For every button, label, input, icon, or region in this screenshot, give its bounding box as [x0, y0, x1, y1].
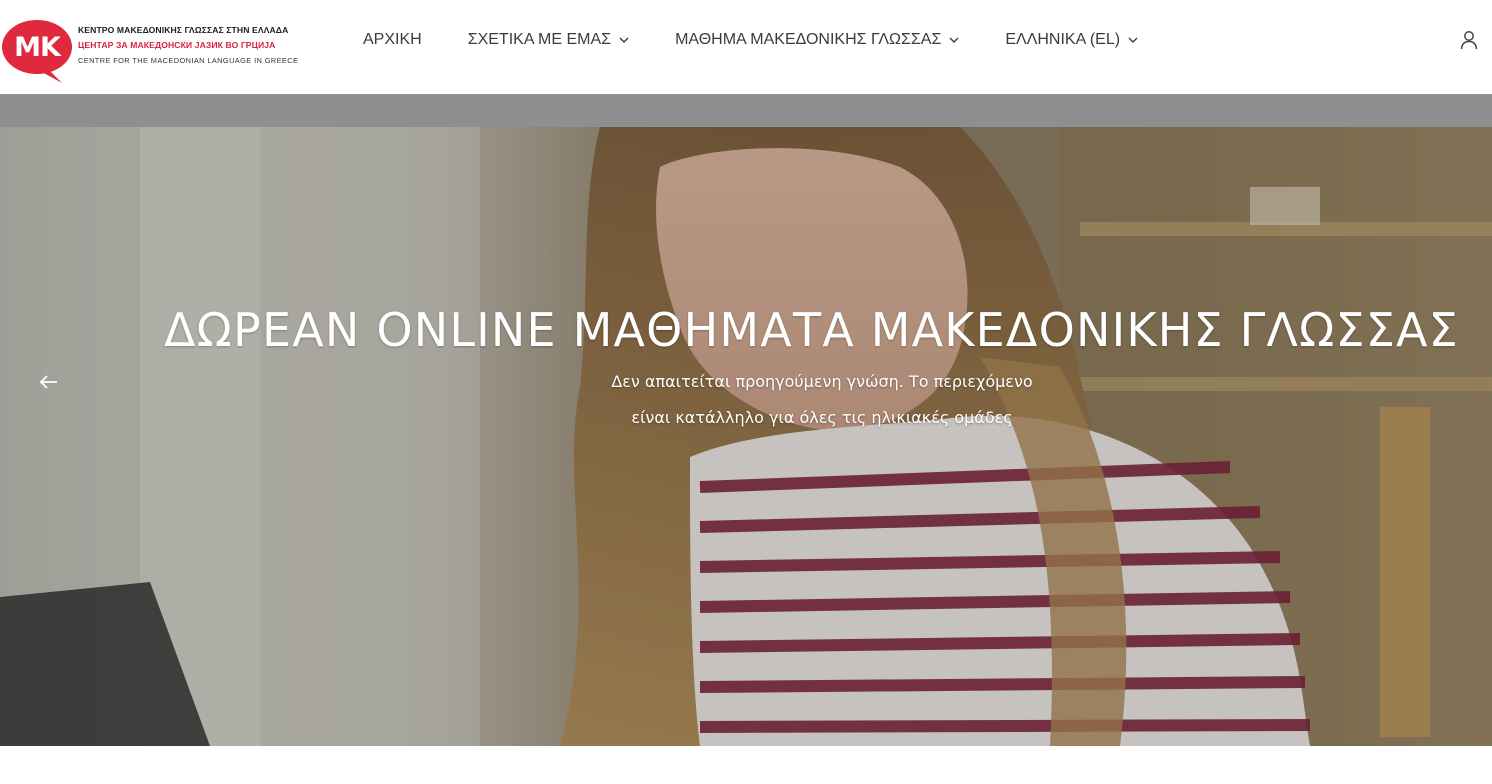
hero-slider: ΔΩΡΕΑΝ ONLINE ΜΑΘΗΜΑΤΑ ΜΑΚΕΔΟΝΙΚΗΣ ΓΛΩΣΣ… [0, 127, 1492, 746]
hero-subtitle-line2: είναι κατάλληλο για όλες τις ηλικιακές ο… [631, 408, 1013, 427]
nav-item-language[interactable]: ΕΛΛΗΝΙΚΑ (EL) [1005, 31, 1138, 49]
arrow-left-icon[interactable] [38, 373, 60, 391]
chevron-down-icon [1128, 37, 1138, 44]
nav-item-home[interactable]: ΑΡΧΙΚΗ [363, 31, 422, 49]
hero-overlay [0, 127, 1492, 746]
nav-item-course[interactable]: ΜΑΘΗΜΑ ΜΑΚΕΔΟΝΙΚΗΣ ΓΛΩΣΣΑΣ [675, 31, 959, 49]
hero-title: ΔΩΡΕΑΝ ONLINE ΜΑΘΗΜΑΤΑ ΜΑΚΕΔΟΝΙΚΗΣ ΓΛΩΣΣ… [164, 303, 1459, 357]
logo-line-macedonian: ЦЕНТАР ЗА МАКЕДОНСКИ ЈАЗИК ВО ГРЦИЈА [78, 40, 276, 50]
nav-item-label: ΑΡΧΙΚΗ [363, 31, 422, 48]
logo-line-greek: ΚΕΝΤΡΟ ΜΑΚΕΔΟΝΙΚΗΣ ΓΛΩΣΣΑΣ ΣΤΗΝ ΕΛΛΑΔΑ [78, 25, 289, 35]
hero-subtitle-line1: Δεν απαιτείται προηγούμενη γνώση. Το περ… [611, 372, 1033, 391]
site-logo[interactable]: MK ΚΕΝΤΡΟ ΜΑΚΕΔΟΝΙΚΗΣ ΓΛΩΣΣΑΣ ΣΤΗΝ ΕΛΛΑΔ… [0, 15, 310, 85]
logo-badge-text: MK [14, 32, 61, 63]
hero-top-band [0, 94, 1492, 127]
nav-item-label: ΜΑΘΗΜΑ ΜΑΚΕΔΟΝΙΚΗΣ ΓΛΩΣΣΑΣ [675, 31, 942, 48]
logo-text: ΚΕΝΤΡΟ ΜΑΚΕΔΟΝΙΚΗΣ ΓΛΩΣΣΑΣ ΣΤΗΝ ΕΛΛΑΔΑ Ц… [78, 23, 310, 68]
logo-badge: MK [0, 19, 72, 83]
nav-item-label: ΣΧΕΤΙΚΑ ΜΕ ΕΜΑΣ [467, 31, 612, 48]
nav-item-label: ΕΛΛΗΝΙΚΑ (EL) [1005, 31, 1121, 48]
user-icon[interactable] [1460, 30, 1478, 50]
main-nav: ΑΡΧΙΚΗ ΣΧΕΤΙΚΑ ΜΕ ΕΜΑΣ ΜΑΘΗΜΑ ΜΑΚΕΔΟΝΙΚΗ… [363, 28, 1184, 52]
logo-line-english: CENTRE FOR THE MACEDONIAN LANGUAGE IN GR… [78, 56, 299, 65]
page-bottom-strip [0, 746, 1492, 784]
nav-item-about[interactable]: ΣΧΕΤΙΚΑ ΜΕ ΕΜΑΣ [468, 31, 629, 49]
chevron-down-icon [949, 37, 959, 44]
site-header: MK ΚΕΝΤΡΟ ΜΑΚΕΔΟΝΙΚΗΣ ΓΛΩΣΣΑΣ ΣΤΗΝ ΕΛΛΑΔ… [0, 0, 1492, 94]
chevron-down-icon [619, 37, 629, 44]
